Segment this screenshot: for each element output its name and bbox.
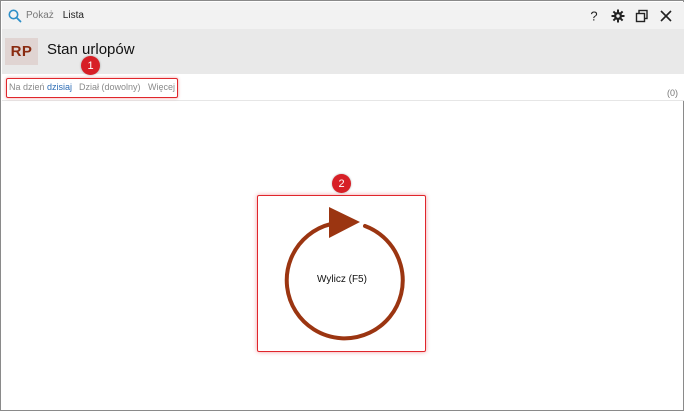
svg-text:?: ? bbox=[590, 9, 597, 23]
page-header: RP Stan urlopów bbox=[2, 29, 684, 74]
more-filters-link[interactable]: Więcej bbox=[148, 82, 175, 92]
callout-badge-2: 2 bbox=[332, 174, 351, 193]
list-view-label[interactable]: Lista bbox=[63, 10, 84, 21]
module-badge-label: RP bbox=[10, 43, 33, 60]
date-filter-label: Na dzień bbox=[9, 82, 45, 92]
date-filter-value[interactable]: dzisiaj bbox=[47, 82, 72, 92]
filter-bar: Na dzień dzisiaj Dział (dowolny) Więcej … bbox=[2, 74, 684, 101]
window-controls: ? bbox=[582, 2, 678, 29]
callout-badge-1: 1 bbox=[81, 56, 100, 75]
module-badge: RP bbox=[5, 38, 38, 65]
restore-window-icon[interactable] bbox=[630, 2, 654, 29]
department-filter[interactable]: Dział (dowolny) bbox=[79, 82, 141, 92]
search-icon[interactable] bbox=[7, 8, 23, 24]
date-filter[interactable]: Na dzień dzisiaj bbox=[9, 82, 72, 92]
help-icon[interactable]: ? bbox=[582, 2, 606, 29]
window-frame: Pokaż Lista ? RP Stan urlopów Na dzień d… bbox=[0, 0, 684, 411]
refresh-arrow-head bbox=[329, 207, 360, 238]
gear-icon[interactable] bbox=[606, 2, 630, 29]
calculate-label[interactable]: Wylicz (F5) bbox=[292, 274, 392, 285]
show-menu[interactable]: Pokaż bbox=[26, 10, 54, 21]
close-icon[interactable] bbox=[654, 2, 678, 29]
title-bar: Pokaż Lista ? bbox=[2, 2, 684, 29]
record-count: (0) bbox=[667, 88, 678, 98]
